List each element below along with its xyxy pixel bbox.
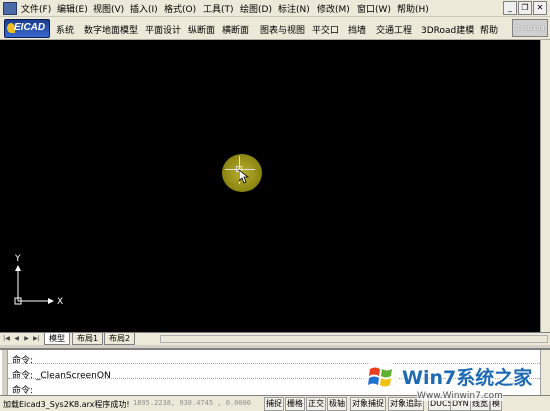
- snap-toggle[interactable]: 捕捉: [264, 397, 284, 411]
- drawing-button[interactable]: Drawing: [512, 19, 548, 37]
- ortho-toggle[interactable]: 正交: [306, 397, 326, 411]
- menu-draw[interactable]: 绘图(D): [240, 2, 272, 15]
- close-button[interactable]: ✕: [533, 1, 547, 15]
- menu-profile[interactable]: 纵断面: [188, 23, 215, 36]
- vertical-scrollbar[interactable]: [540, 40, 550, 332]
- grid-toggle[interactable]: 栅格: [285, 397, 305, 411]
- menu-view[interactable]: 视图(V): [93, 2, 124, 15]
- menu-file[interactable]: 文件(F): [21, 2, 51, 15]
- menu-charts-views[interactable]: 图表与视图: [260, 23, 305, 36]
- menu-plane-design[interactable]: 平面设计: [145, 23, 181, 36]
- restore-button[interactable]: ❐: [518, 1, 532, 15]
- menu-bar: 文件(F) 编辑(E) 视图(V) 插入(I) 格式(O) 工具(T) 绘图(D…: [0, 0, 550, 17]
- command-history-line: 命令:: [12, 356, 34, 366]
- mouse-pointer-icon: [239, 170, 249, 184]
- eicad-logo: EICAD: [4, 19, 50, 38]
- menu-modify[interactable]: 修改(M): [317, 2, 350, 15]
- menu-intersection[interactable]: 平交口: [312, 23, 339, 36]
- menu-traffic-engineering[interactable]: 交通工程: [376, 23, 412, 36]
- tab-first-icon[interactable]: |◀: [2, 334, 11, 343]
- menu-tools[interactable]: 工具(T): [203, 2, 234, 15]
- tab-model[interactable]: 模型: [44, 333, 70, 345]
- menu-dimension[interactable]: 标注(N): [278, 2, 310, 15]
- tab-prev-icon[interactable]: ◀: [12, 334, 21, 343]
- windows-logo-icon: [363, 359, 399, 395]
- tab-next-icon[interactable]: ▶: [22, 334, 31, 343]
- status-message: 加载Eicad3_Sys2K8.arx程序成功!: [3, 400, 130, 409]
- command-history-line: 命令: _CleanScreenON: [12, 371, 111, 381]
- tab-layout1[interactable]: 布局1: [72, 333, 104, 345]
- layout-tab-bar: |◀ ◀ ▶ ▶| 模型 布局1 布局2: [0, 332, 550, 345]
- menu-system[interactable]: 系统: [56, 23, 74, 36]
- watermark-url: Www.Winwin7.com: [417, 391, 503, 401]
- menu-3droad[interactable]: 3DRoad建模: [421, 23, 474, 36]
- menu-retaining-wall[interactable]: 挡墙: [348, 23, 366, 36]
- ucs-x-label: X: [57, 297, 64, 307]
- eicad-menu-bar: EICAD 系统 数字地面模型 平面设计 纵断面 横断面 图表与视图 平交口 挡…: [0, 17, 550, 40]
- minimize-button[interactable]: _: [503, 1, 517, 15]
- menu-help[interactable]: 帮助(H): [397, 2, 429, 15]
- drawing-canvas[interactable]: [0, 40, 540, 332]
- menu-dtm[interactable]: 数字地面模型: [84, 23, 138, 36]
- polar-toggle[interactable]: 极轴: [327, 397, 347, 411]
- app-icon[interactable]: [3, 2, 17, 15]
- tab-layout2[interactable]: 布局2: [104, 333, 136, 345]
- coordinate-readout[interactable]: 1895.2238, 930.4745 , 0.0000: [133, 399, 251, 407]
- menu-cross-section[interactable]: 横断面: [222, 23, 249, 36]
- logo-text: EICAD: [14, 22, 46, 33]
- horizontal-scrollbar[interactable]: [160, 335, 548, 343]
- watermark-text: Win7系统之家: [402, 367, 533, 389]
- menu-window[interactable]: 窗口(W): [357, 2, 391, 15]
- menu-insert[interactable]: 插入(I): [130, 2, 158, 15]
- menu-format[interactable]: 格式(O): [164, 2, 196, 15]
- tab-last-icon[interactable]: ▶|: [32, 334, 41, 343]
- menu-edit[interactable]: 编辑(E): [57, 2, 88, 15]
- menu-help-eicad[interactable]: 帮助: [480, 23, 498, 36]
- ucs-y-label: Y: [15, 254, 21, 264]
- watermark: Win7系统之家 Www.Winwin7.com: [362, 358, 548, 408]
- command-window-grip[interactable]: [2, 350, 8, 396]
